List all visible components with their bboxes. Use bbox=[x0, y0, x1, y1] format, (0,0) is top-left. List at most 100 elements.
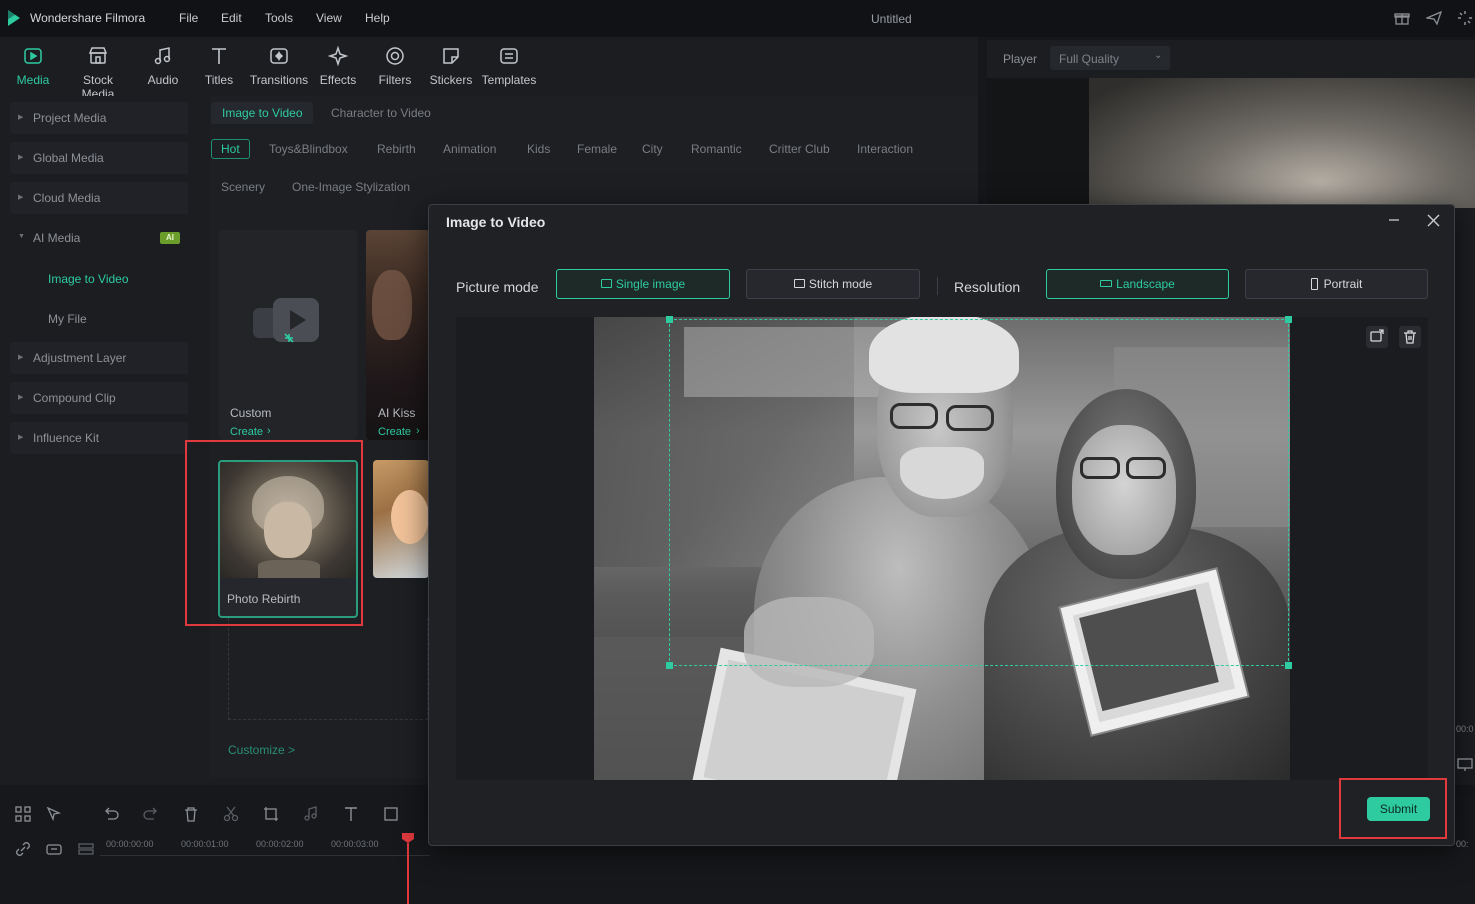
custom-create-icon bbox=[253, 298, 319, 343]
player-label: Player bbox=[1003, 52, 1038, 66]
tool-transitions[interactable]: Transitions bbox=[246, 45, 312, 87]
chevron-down-icon: ⌄ bbox=[1154, 50, 1163, 61]
player-timecode-fragment: 00:0 bbox=[1456, 724, 1474, 734]
undo-icon[interactable] bbox=[102, 805, 120, 823]
sidebar-item-influence-kit[interactable]: ▶ Influence Kit bbox=[10, 422, 188, 454]
menu-view[interactable]: View bbox=[316, 11, 342, 25]
minimize-icon[interactable] bbox=[1387, 212, 1401, 226]
scissors-icon[interactable] bbox=[222, 805, 240, 823]
text-tool-icon[interactable] bbox=[342, 805, 360, 823]
playhead-line[interactable] bbox=[407, 843, 409, 904]
picture-mode-label: Picture mode bbox=[456, 279, 539, 295]
customize-link[interactable]: Customize > bbox=[228, 743, 295, 757]
tool-titles[interactable]: Titles bbox=[186, 45, 252, 87]
category-animation[interactable]: Animation bbox=[443, 142, 496, 156]
link-icon[interactable] bbox=[14, 840, 32, 858]
sidebar-item-cloud-media[interactable]: ▶ Cloud Media bbox=[10, 182, 188, 214]
filter-icon bbox=[386, 47, 404, 65]
loading-icon bbox=[1457, 10, 1473, 26]
monitor-icon[interactable] bbox=[1457, 758, 1473, 772]
category-hot[interactable]: Hot bbox=[211, 139, 250, 159]
sidebar-item-adjustment-layer[interactable]: ▶ Adjustment Layer bbox=[10, 342, 188, 374]
ruler-label: 00:00:01:00 bbox=[181, 839, 229, 849]
card-cartoon-thumbnail[interactable] bbox=[373, 460, 429, 578]
category-scenery[interactable]: Scenery bbox=[221, 180, 265, 194]
single-image-button[interactable]: Single image bbox=[556, 269, 730, 299]
highlight-submit bbox=[1339, 778, 1447, 839]
app-name: Wondershare Filmora bbox=[30, 11, 146, 25]
upload-dropzone[interactable] bbox=[228, 618, 428, 720]
crop-handle-top-left[interactable] bbox=[666, 316, 673, 323]
tab-character-to-video[interactable]: Character to Video bbox=[331, 106, 431, 120]
ruler-label: 00:00:00:00 bbox=[106, 839, 154, 849]
crop-handle-top-right[interactable] bbox=[1285, 316, 1292, 323]
portrait-button[interactable]: Portrait bbox=[1245, 269, 1428, 299]
category-romantic[interactable]: Romantic bbox=[691, 142, 742, 156]
sidebar-item-project-media[interactable]: ▶ Project Media bbox=[10, 102, 188, 134]
sidebar-item-compound-clip[interactable]: ▶ Compound Clip bbox=[10, 382, 188, 414]
crop-icon[interactable] bbox=[262, 805, 280, 823]
chevron-right-icon: › bbox=[267, 425, 271, 437]
sidebar-item-global-media[interactable]: ▶ Global Media bbox=[10, 142, 188, 174]
tab-image-to-video[interactable]: Image to Video bbox=[211, 102, 313, 124]
crop-selection-box[interactable] bbox=[669, 319, 1289, 666]
gift-icon[interactable] bbox=[1394, 10, 1410, 26]
divider bbox=[937, 277, 938, 295]
ruler-label: 00:00:02:00 bbox=[256, 839, 304, 849]
tool-stickers[interactable]: Stickers bbox=[418, 45, 484, 87]
landscape-icon bbox=[1100, 280, 1113, 288]
text-icon bbox=[212, 48, 226, 64]
audio-edit-icon[interactable] bbox=[302, 805, 320, 823]
layout-grid-icon[interactable] bbox=[14, 805, 32, 823]
crop-handle-bottom-right[interactable] bbox=[1285, 662, 1292, 669]
select-pointer-icon[interactable] bbox=[45, 805, 63, 823]
crop-handle-bottom-left[interactable] bbox=[666, 662, 673, 669]
highlight-photo-rebirth bbox=[185, 440, 363, 626]
category-rebirth[interactable]: Rebirth bbox=[377, 142, 416, 156]
quality-dropdown[interactable]: Full Quality ⌄ bbox=[1050, 46, 1170, 70]
replace-image-icon[interactable] bbox=[1366, 326, 1388, 348]
track-link-icon[interactable] bbox=[45, 840, 63, 858]
category-critter-club[interactable]: Critter Club bbox=[769, 142, 830, 156]
tool-stock-media[interactable]: Stock Media bbox=[65, 45, 131, 101]
tool-templates[interactable]: Templates bbox=[476, 45, 542, 87]
category-female[interactable]: Female bbox=[577, 142, 617, 156]
ruler-fragment: 00: bbox=[1456, 839, 1469, 849]
stitch-mode-button[interactable]: Stitch mode bbox=[746, 269, 920, 299]
category-one-image-stylization[interactable]: One-Image Stylization bbox=[292, 180, 410, 194]
category-interaction[interactable]: Interaction bbox=[857, 142, 913, 156]
delete-icon[interactable] bbox=[182, 805, 200, 823]
menu-file[interactable]: File bbox=[179, 11, 198, 25]
ai-badge: AI bbox=[160, 232, 180, 244]
menu-tools[interactable]: Tools bbox=[265, 11, 293, 25]
category-kids[interactable]: Kids bbox=[527, 142, 550, 156]
chevron-right-icon: › bbox=[416, 425, 420, 437]
filmora-logo-icon bbox=[5, 9, 23, 27]
send-icon[interactable] bbox=[1426, 10, 1442, 26]
sidebar-sub-my-file[interactable]: My File bbox=[48, 312, 87, 326]
shape-rectangle-icon[interactable] bbox=[382, 805, 400, 823]
effects-sparkle-icon bbox=[327, 45, 349, 67]
card-custom[interactable]: Custom Create › bbox=[219, 230, 357, 440]
trash-icon[interactable] bbox=[1399, 326, 1421, 348]
menu-edit[interactable]: Edit bbox=[221, 11, 242, 25]
image-icon bbox=[600, 279, 612, 289]
tool-media[interactable]: Media bbox=[0, 45, 66, 87]
sidebar-sub-image-to-video[interactable]: Image to Video bbox=[48, 272, 129, 286]
card-ai-kiss[interactable]: AI Kiss Create › bbox=[366, 230, 430, 440]
category-city[interactable]: City bbox=[642, 142, 663, 156]
resolution-label: Resolution bbox=[954, 279, 1021, 295]
stitch-image-icon bbox=[793, 279, 805, 289]
player-preview bbox=[1089, 78, 1475, 208]
portrait-icon bbox=[1310, 277, 1318, 290]
close-icon[interactable] bbox=[1427, 214, 1440, 227]
timeline-ruler bbox=[100, 855, 430, 856]
ruler-label: 00:00:03:00 bbox=[331, 839, 379, 849]
menu-help[interactable]: Help bbox=[365, 11, 390, 25]
track-options-icon[interactable] bbox=[77, 840, 95, 858]
templates-icon bbox=[500, 48, 518, 64]
category-toys-blindbox[interactable]: Toys&Blindbox bbox=[269, 142, 348, 156]
landscape-button[interactable]: Landscape bbox=[1046, 269, 1229, 299]
redo-icon[interactable] bbox=[142, 805, 160, 823]
dialog-title: Image to Video bbox=[446, 214, 546, 230]
